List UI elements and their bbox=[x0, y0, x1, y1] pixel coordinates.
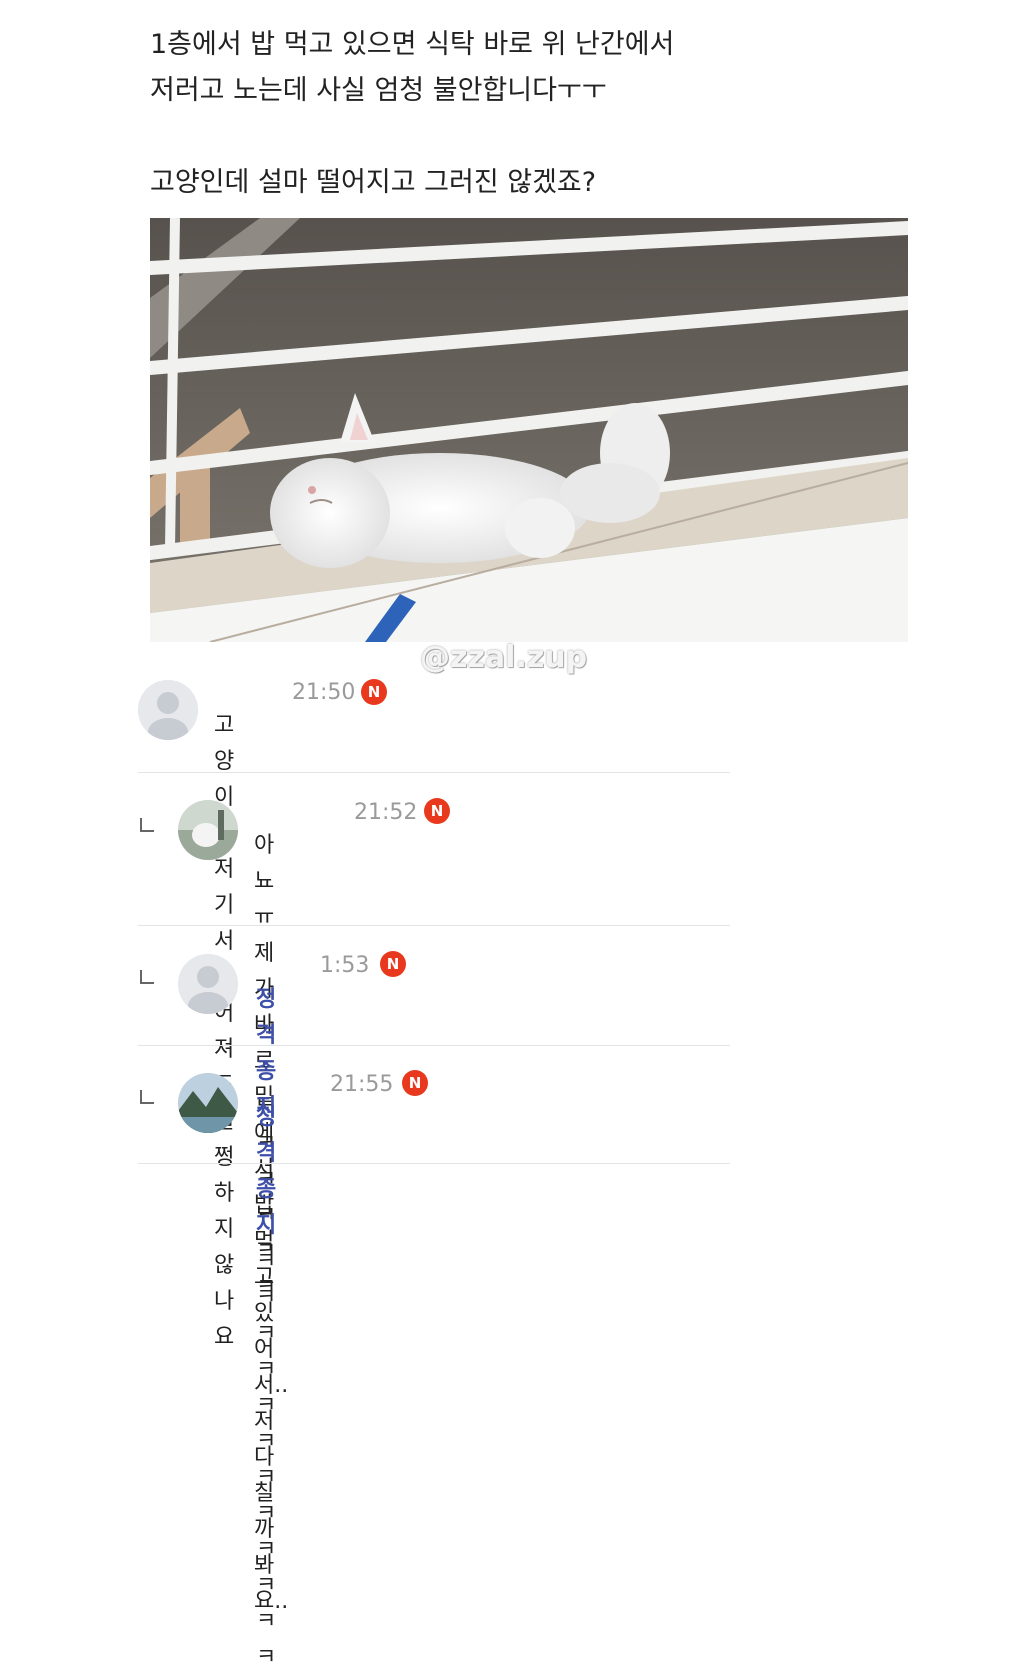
comment-text: ㅋㅋㅋㅋㅋㅋㅋㅋㅋㅋㅋㅋ bbox=[256, 1249, 277, 1670]
landscape-avatar-icon[interactable] bbox=[178, 1073, 238, 1133]
comment-text-row: 정격종지 ㅋㅋㅋㅋㅋㅋㅋㅋㅋㅋㅋㅋ bbox=[256, 1100, 286, 1676]
comment-time: 1:53 bbox=[320, 953, 370, 978]
post-line-2: 저러고 노는데 사실 엄청 불안합니다ㅜㅜ bbox=[150, 75, 607, 106]
post-body: 1층에서 밥 먹고 있으면 식탁 바로 위 난간에서 저러고 노는데 사실 엄청… bbox=[150, 22, 930, 206]
reply-arrow-icon bbox=[140, 1090, 154, 1104]
comment-time: 21:52 bbox=[354, 800, 418, 825]
default-user-icon[interactable] bbox=[178, 954, 238, 1014]
divider bbox=[138, 925, 730, 926]
photo-avatar-icon[interactable] bbox=[178, 800, 238, 860]
divider bbox=[138, 1163, 730, 1164]
new-badge: N bbox=[380, 951, 406, 977]
reply-arrow-icon bbox=[140, 818, 154, 832]
default-user-icon[interactable] bbox=[138, 680, 198, 740]
comment-time: 21:55 bbox=[330, 1072, 394, 1097]
divider bbox=[138, 1045, 730, 1046]
new-badge: N bbox=[402, 1070, 428, 1096]
comment-author[interactable]: 정격종지 bbox=[256, 1105, 276, 1238]
watermark-label: @zzal.zup bbox=[420, 640, 588, 675]
reply-arrow-icon bbox=[140, 970, 154, 984]
post-line-3: 고양인데 설마 떨어지고 그러진 않겠죠? bbox=[150, 167, 597, 198]
comment-time: 21:50 bbox=[292, 680, 356, 705]
new-badge: N bbox=[361, 679, 387, 705]
post-line-1: 1층에서 밥 먹고 있으면 식탁 바로 위 난간에서 bbox=[150, 29, 675, 60]
divider bbox=[138, 772, 730, 773]
cat-photo bbox=[150, 218, 908, 642]
new-badge: N bbox=[424, 798, 450, 824]
